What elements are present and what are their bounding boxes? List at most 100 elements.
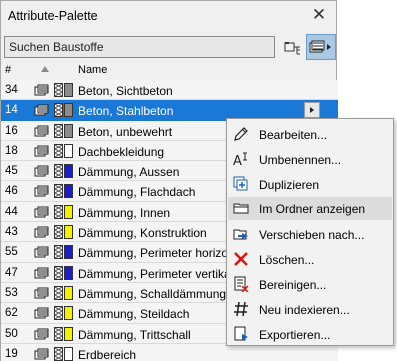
svg-text:A: A: [233, 154, 242, 167]
menu-item-move[interactable]: Verschieben nach...: [228, 223, 392, 246]
view-mode-button[interactable]: [306, 34, 336, 60]
fill-pattern-swatch: [54, 306, 63, 321]
palette-title: Attribute-Palette: [8, 9, 98, 23]
menu-item-label: Neu indexieren...: [259, 303, 350, 317]
menu-item-label: Im Ordner anzeigen: [259, 202, 366, 216]
color-swatch: [64, 83, 73, 97]
color-swatch: [64, 265, 73, 280]
color-swatch: [64, 123, 73, 138]
color-swatch: [64, 245, 73, 260]
folder-tree-button[interactable]: [282, 37, 304, 59]
folder-icon: [233, 200, 249, 216]
color-swatch: [64, 326, 73, 341]
palette-titlebar: Attribute-Palette ✕: [1, 1, 336, 31]
color-swatch: [64, 103, 73, 118]
table-row[interactable]: 19 Erdbereich: [1, 343, 338, 361]
row-number: 47: [5, 266, 18, 279]
fill-pattern-swatch: [54, 346, 63, 361]
hatch-pattern-icon: [34, 125, 52, 137]
table-row[interactable]: 34 Beton, Sichtbeton: [1, 80, 338, 101]
menu-item-label: Löschen...: [259, 253, 315, 267]
close-icon[interactable]: ✕: [308, 4, 330, 26]
fill-pattern-swatch: [54, 164, 63, 179]
color-swatch: [64, 184, 73, 199]
row-number: 14: [5, 104, 18, 117]
material-name: Beton, Stahlbeton: [78, 104, 174, 119]
color-swatch: [64, 164, 73, 179]
fill-pattern-swatch: [54, 225, 63, 240]
row-number: 19: [5, 347, 18, 360]
hatch-pattern-icon: [34, 328, 52, 340]
column-header-name[interactable]: Name: [78, 64, 107, 76]
duplicate-icon: [233, 176, 249, 192]
menu-item-purge[interactable]: Bereinigen...: [228, 273, 392, 296]
search-row: Suchen Baustoffe: [4, 34, 336, 62]
hatch-pattern-icon: [34, 226, 52, 238]
pencil-icon: [233, 126, 249, 142]
menu-item-label: Verschieben nach...: [259, 228, 365, 242]
color-swatch: [64, 306, 73, 321]
row-number: 62: [5, 307, 18, 320]
fill-pattern-swatch: [54, 265, 63, 280]
row-number: 18: [5, 144, 18, 157]
color-swatch: [64, 143, 73, 158]
move-icon: [233, 226, 249, 242]
fill-pattern-swatch: [54, 83, 63, 97]
color-swatch: [64, 204, 73, 219]
hatch-pattern-icon: [34, 206, 52, 218]
row-number: 50: [5, 327, 18, 340]
fill-pattern-swatch: [54, 245, 63, 260]
menu-item-duplicate[interactable]: Duplizieren: [228, 173, 392, 196]
row-number: 45: [5, 165, 18, 178]
hatch-pattern-icon: [34, 84, 52, 96]
menu-item-export[interactable]: Exportieren...: [228, 323, 392, 346]
color-swatch: [64, 346, 73, 361]
material-name: Beton, Sichtbeton: [78, 84, 173, 98]
fill-pattern-swatch: [54, 326, 63, 341]
fill-pattern-swatch: [54, 103, 63, 118]
material-name: Erdbereich: [78, 347, 137, 361]
fill-pattern-swatch: [54, 204, 63, 219]
rename-text-icon: A: [233, 151, 249, 167]
menu-item-delete-x[interactable]: Löschen...: [228, 248, 392, 271]
menu-item-rename-text[interactable]: A Umbenennen...: [228, 148, 392, 171]
row-menu-arrow-icon[interactable]: [304, 102, 320, 119]
search-input[interactable]: Suchen Baustoffe: [4, 36, 275, 58]
hatch-pattern-icon: [34, 246, 52, 258]
folder-tree-icon: [284, 42, 300, 55]
row-number: 44: [5, 205, 18, 218]
row-number: 53: [5, 286, 18, 299]
row-number: 46: [5, 185, 18, 198]
menu-item-folder[interactable]: Im Ordner anzeigen: [228, 197, 392, 220]
menu-item-hash[interactable]: Neu indexieren...: [228, 298, 392, 321]
hash-icon: [233, 301, 249, 317]
list-header: # Name: [1, 63, 338, 79]
menu-item-label: Bereinigen...: [259, 278, 327, 292]
menu-item-label: Umbenennen...: [259, 153, 342, 167]
column-header-number[interactable]: #: [5, 64, 11, 76]
context-menu: Bearbeiten... A Umbenennen... Duplizieren Im…: [226, 118, 394, 346]
row-number: 55: [5, 246, 18, 259]
fill-pattern-swatch: [54, 143, 63, 158]
menu-item-label: Bearbeiten...: [259, 128, 328, 142]
fill-pattern-swatch: [54, 123, 63, 138]
sort-arrow-icon[interactable]: [41, 66, 49, 72]
hatch-pattern-icon: [34, 104, 52, 116]
row-number: 16: [5, 124, 18, 137]
hatch-pattern-icon: [34, 348, 52, 360]
fill-pattern-swatch: [54, 285, 63, 300]
row-number: 43: [5, 226, 18, 239]
hatch-pattern-icon: [34, 145, 52, 157]
color-swatch: [64, 225, 73, 240]
row-number: 34: [5, 84, 18, 96]
delete-x-icon: [233, 251, 249, 267]
hatch-pattern-icon: [34, 267, 52, 279]
menu-item-pencil[interactable]: Bearbeiten...: [228, 123, 392, 146]
purge-icon: [233, 276, 249, 292]
fill-pattern-swatch: [54, 184, 63, 199]
hatch-pattern-icon: [34, 287, 52, 299]
hatch-pattern-icon: [34, 307, 52, 319]
hatch-pattern-icon: [34, 185, 52, 197]
material-view-icon: [309, 40, 331, 53]
color-swatch: [64, 285, 73, 300]
